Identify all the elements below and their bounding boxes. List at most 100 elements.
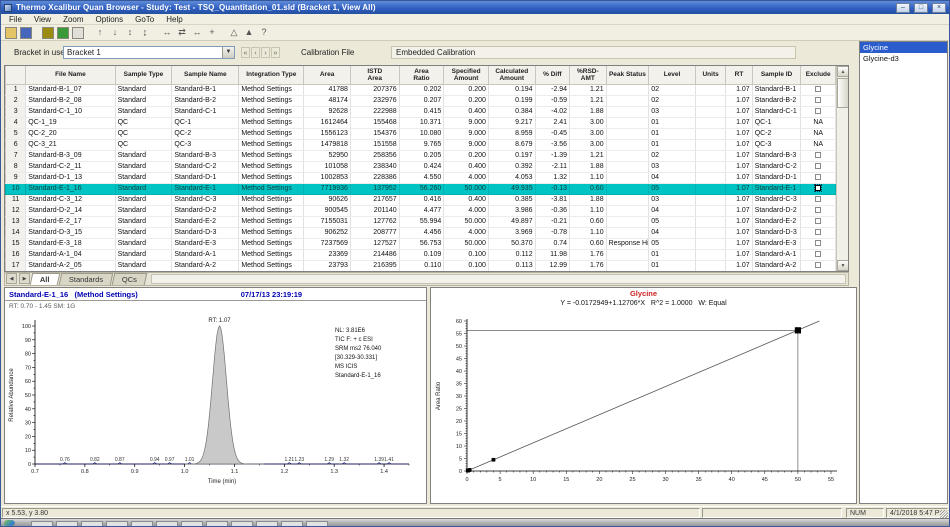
notes-grid-icon[interactable]	[72, 27, 84, 39]
checkbox-icon[interactable]	[815, 174, 821, 180]
resize-grip[interactable]	[940, 510, 948, 518]
component-item-glycine[interactable]: Glycine	[860, 42, 947, 53]
selected-data-point[interactable]	[795, 328, 800, 333]
table-row[interactable]: 16Standard-A-1_04StandardStandard-A-1Met…	[6, 249, 836, 260]
column-header[interactable]: Area Ratio	[399, 66, 444, 84]
row-number[interactable]: 4	[6, 117, 26, 128]
column-header[interactable]: %RSD-AMT	[570, 66, 607, 84]
exclude-checkbox[interactable]	[801, 150, 836, 161]
checkbox-icon[interactable]	[815, 163, 821, 169]
tab-scroll-left-icon[interactable]: ◀	[6, 273, 17, 284]
taskbar-button[interactable]	[281, 521, 303, 527]
row-number[interactable]: 8	[6, 161, 26, 172]
row-number[interactable]: 5	[6, 128, 26, 139]
column-header[interactable]: Exclude	[801, 66, 836, 84]
column-header[interactable]: Calculated Amount	[488, 66, 535, 84]
table-row[interactable]: 2Standard-B-2_08StandardStandard-B-2Meth…	[6, 95, 836, 106]
row-number[interactable]: 15	[6, 238, 26, 249]
move-down-icon[interactable]: ↓	[109, 27, 121, 39]
scrollbar-thumb[interactable]	[837, 78, 849, 108]
table-row[interactable]: 15Standard-E-3_18StandardStandard-E-3Met…	[6, 238, 836, 249]
column-header[interactable]: ISTD Area	[350, 66, 399, 84]
taskbar-button[interactable]	[181, 521, 203, 527]
column-header[interactable]: Sample Name	[172, 66, 239, 84]
table-row[interactable]: 9Standard-D-1_13StandardStandard-D-1Meth…	[6, 172, 836, 183]
taskbar-button[interactable]	[131, 521, 153, 527]
checkbox-icon[interactable]	[815, 196, 821, 202]
crosshair-icon[interactable]: +	[206, 27, 218, 39]
swap-columns-icon[interactable]: ⇄	[176, 27, 188, 39]
chevron-down-icon[interactable]: ▼	[222, 47, 234, 58]
checkbox-icon[interactable]	[815, 185, 821, 191]
exclude-checkbox[interactable]	[801, 260, 836, 271]
fit-width-icon[interactable]: ↔	[191, 27, 203, 39]
bracket-dropdown[interactable]: Bracket 1 ▼	[63, 46, 235, 59]
help-icon[interactable]: ?	[258, 27, 270, 39]
peak-view-icon[interactable]: △	[228, 27, 240, 39]
row-number[interactable]: 11	[6, 194, 26, 205]
open-file-icon[interactable]	[5, 27, 17, 39]
move-top-icon[interactable]: ↕	[124, 27, 136, 39]
component-item-glycine-d3[interactable]: Glycine-d3	[860, 53, 947, 64]
exclude-checkbox[interactable]	[801, 95, 836, 106]
row-number[interactable]: 9	[6, 172, 26, 183]
table-row[interactable]: 3Standard-C-1_10StandardStandard-C-1Meth…	[6, 106, 836, 117]
column-header[interactable]: Level	[649, 66, 696, 84]
taskbar-button[interactable]	[231, 521, 253, 527]
column-header[interactable]: Sample Type	[115, 66, 172, 84]
exclude-checkbox[interactable]	[801, 238, 836, 249]
exclude-na[interactable]: NA	[801, 139, 836, 150]
column-header[interactable]: Area	[304, 66, 351, 84]
row-number[interactable]: 12	[6, 205, 26, 216]
table-row[interactable]: 17Standard-A-2_05StandardStandard-A-2Met…	[6, 260, 836, 271]
menu-goto[interactable]: GoTo	[129, 15, 160, 24]
checkbox-icon[interactable]	[815, 240, 821, 246]
bracket-first-icon[interactable]: «	[241, 47, 250, 58]
scroll-down-icon[interactable]: ▼	[837, 260, 849, 271]
move-up-icon[interactable]: ↑	[94, 27, 106, 39]
tab-strip-scroll-track[interactable]	[151, 274, 846, 284]
table-row[interactable]: 14Standard-D-3_15StandardStandard-D-3Met…	[6, 227, 836, 238]
row-number[interactable]: 1	[6, 84, 26, 95]
row-number[interactable]: 16	[6, 249, 26, 260]
table-row[interactable]: 11Standard-C-3_12StandardStandard-C-3Met…	[6, 194, 836, 205]
table-row[interactable]: 5QC-2_20QCQC-2Method Settings15561231543…	[6, 128, 836, 139]
start-button[interactable]	[4, 520, 15, 527]
exclude-na[interactable]: NA	[801, 128, 836, 139]
checkbox-icon[interactable]	[815, 262, 821, 268]
checkbox-icon[interactable]	[815, 218, 821, 224]
column-header[interactable]: Sample ID	[752, 66, 801, 84]
peak-edit-icon[interactable]: ▲	[243, 27, 255, 39]
column-header[interactable]: File Name	[26, 66, 115, 84]
bracket-prev-icon[interactable]: ‹	[251, 47, 260, 58]
checkbox-icon[interactable]	[815, 152, 821, 158]
column-header[interactable]: Units	[695, 66, 725, 84]
expand-width-icon[interactable]: ↔	[161, 27, 173, 39]
taskbar-button[interactable]	[156, 521, 178, 527]
exclude-checkbox[interactable]	[801, 194, 836, 205]
report-grid-icon[interactable]	[42, 27, 54, 39]
exclude-checkbox[interactable]	[801, 216, 836, 227]
checkbox-icon[interactable]	[815, 86, 821, 92]
menu-zoom[interactable]: Zoom	[57, 15, 89, 24]
row-number[interactable]: 3	[6, 106, 26, 117]
table-row[interactable]: 7Standard-B-3_09StandardStandard-B-3Meth…	[6, 150, 836, 161]
table-row[interactable]: 1Standard-B-1_07StandardStandard-B-1Meth…	[6, 84, 836, 95]
row-number[interactable]: 7	[6, 150, 26, 161]
tab-standards[interactable]: Standards	[58, 273, 113, 285]
exclude-checkbox[interactable]	[801, 106, 836, 117]
checkbox-icon[interactable]	[815, 229, 821, 235]
table-row[interactable]: 13Standard-E-2_17StandardStandard-E-2Met…	[6, 216, 836, 227]
taskbar-button[interactable]	[306, 521, 328, 527]
tab-scroll-right-icon[interactable]: ▶	[19, 273, 30, 284]
scroll-up-icon[interactable]: ▲	[837, 66, 849, 77]
taskbar-button[interactable]	[31, 521, 53, 527]
table-vertical-scrollbar[interactable]: ▲ ▼	[836, 66, 848, 271]
checkbox-icon[interactable]	[815, 97, 821, 103]
sample-grid-icon[interactable]	[57, 27, 69, 39]
column-header[interactable]: Specified Amount	[444, 66, 489, 84]
calibration-file-field[interactable]: Embedded Calibration	[391, 46, 796, 59]
table-row[interactable]: 6QC-3_21QCQC-3Method Settings14798181515…	[6, 139, 836, 150]
minimize-button[interactable]: –	[896, 3, 910, 13]
user-order-icon[interactable]: ↨	[139, 27, 151, 39]
